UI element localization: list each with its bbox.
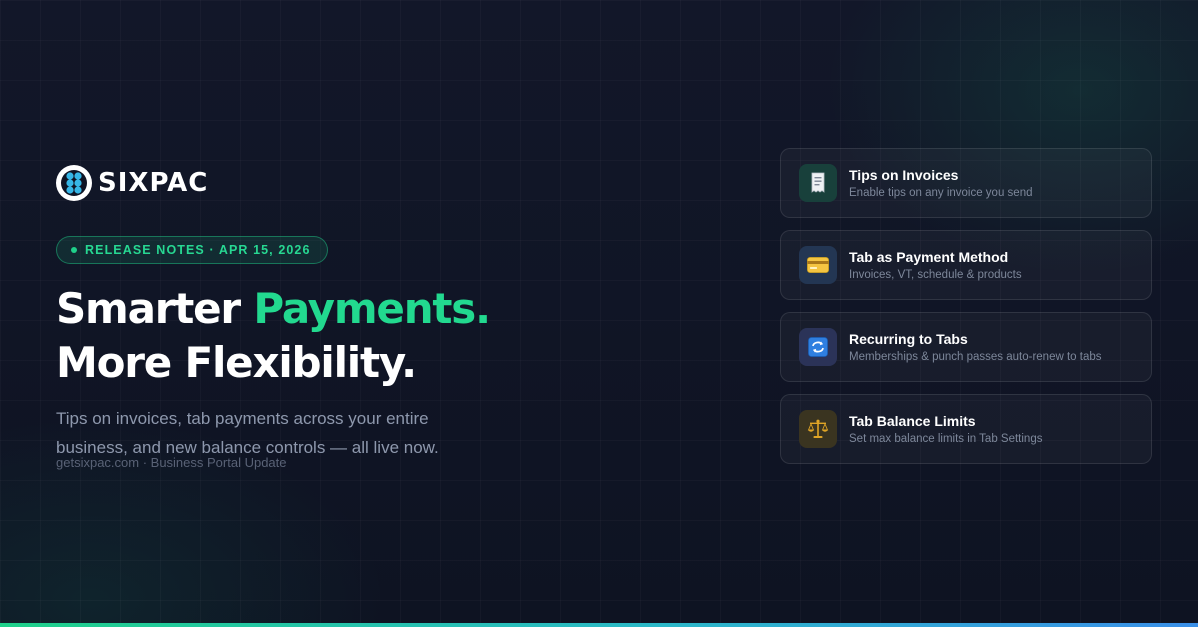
feature-description: Memberships & punch passes auto-renew to…	[849, 350, 1102, 363]
bottom-accent-bar	[0, 623, 1198, 627]
feature-list: Tips on Invoices Enable tips on any invo…	[780, 148, 1152, 476]
feature-title: Recurring to Tabs	[849, 330, 968, 347]
page-title: Smarter Payments. More Flexibility.	[56, 282, 491, 390]
status-dot-icon	[71, 247, 77, 253]
feature-card-text: Tab as Payment Method Invoices, VT, sche…	[849, 248, 1022, 283]
headline-accent: Payments.	[253, 284, 491, 333]
release-notes-badge: RELEASE NOTES · APR 15, 2026	[56, 236, 328, 264]
feature-card-recurring-to-tabs: Recurring to Tabs Memberships & punch pa…	[780, 312, 1152, 382]
brand-logo: SIXPAC	[56, 165, 208, 201]
feature-card-tips-on-invoices: Tips on Invoices Enable tips on any invo…	[780, 148, 1152, 218]
feature-card-text: Tab Balance Limits Set max balance limit…	[849, 412, 1042, 447]
feature-card-text: Recurring to Tabs Memberships & punch pa…	[849, 330, 1102, 365]
feature-description: Set max balance limits in Tab Settings	[849, 432, 1043, 445]
repeat-icon	[799, 328, 837, 366]
feature-card-tab-balance-limits: Tab Balance Limits Set max balance limit…	[780, 394, 1152, 464]
feature-description: Enable tips on any invoice you send	[849, 186, 1033, 199]
subtitle: Tips on invoices, tab payments across yo…	[56, 409, 439, 457]
headline-line-1: Smarter Payments.	[56, 282, 491, 336]
feature-title: Tab Balance Limits	[849, 412, 976, 429]
feature-card-tab-as-payment-method: Tab as Payment Method Invoices, VT, sche…	[780, 230, 1152, 300]
footer-caption: getsixpac.com · Business Portal Update	[56, 455, 287, 470]
feature-title: Tab as Payment Method	[849, 248, 1009, 265]
headline-prefix: Smarter	[56, 284, 254, 333]
feature-card-text: Tips on Invoices Enable tips on any invo…	[849, 166, 1032, 201]
brand-name: SIXPAC	[98, 168, 209, 198]
sixpac-logo-icon	[56, 165, 92, 201]
release-notes-badge-text: RELEASE NOTES · APR 15, 2026	[85, 243, 311, 257]
balance-scale-icon	[799, 410, 837, 448]
credit-card-icon	[799, 246, 837, 284]
receipt-icon	[799, 164, 837, 202]
headline-line-2: More Flexibility.	[56, 338, 417, 387]
feature-title: Tips on Invoices	[849, 166, 959, 183]
feature-description: Invoices, VT, schedule & products	[849, 268, 1022, 281]
